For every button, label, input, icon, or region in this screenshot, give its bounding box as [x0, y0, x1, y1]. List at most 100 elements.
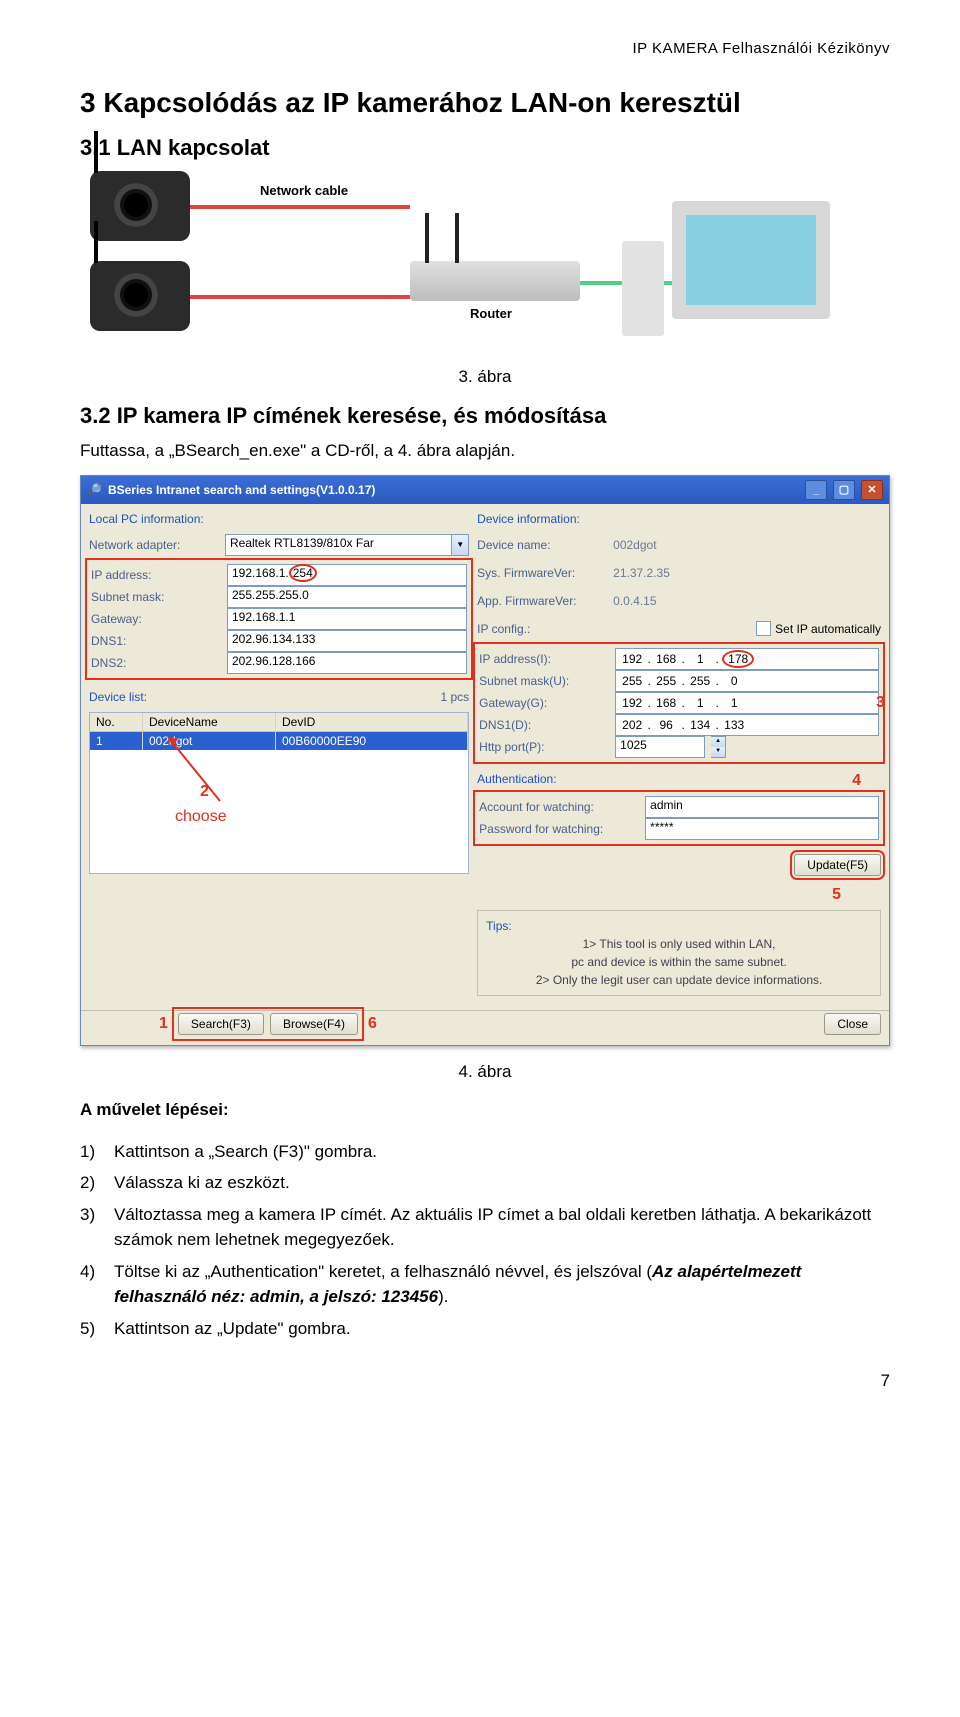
annotation-arrow-icon: [160, 731, 240, 811]
tip-2: 2> Only the legit user can update device…: [486, 971, 872, 989]
httpport-input[interactable]: 1025: [615, 736, 705, 758]
cell-id: 00B60000EE90: [276, 732, 468, 750]
step-1: 1)Kattintson a „Search (F3)" gombra.: [80, 1139, 890, 1165]
subnet-input[interactable]: 255. 255. 255. 0: [615, 670, 879, 692]
device-list-label: Device list:: [89, 690, 147, 704]
minimize-button[interactable]: _: [805, 480, 827, 500]
subsection-3-1: 3.1 LAN kapcsolat: [80, 135, 890, 161]
step-3: 3)Változtassa meg a kamera IP címét. Az …: [80, 1202, 890, 1253]
dns1-input[interactable]: 202. 96. 134. 133: [615, 714, 879, 736]
local-gateway-label: Gateway:: [91, 612, 221, 626]
running-header: IP KAMERA Felhasználói Kézikönyv: [80, 40, 890, 57]
annotation-4: 4: [852, 772, 861, 790]
diagram-router-label: Router: [470, 306, 512, 321]
password-input[interactable]: *****: [645, 818, 879, 840]
local-ip-label: IP address:: [91, 568, 221, 582]
pc-icon: [672, 201, 830, 319]
steps-list: 1)Kattintson a „Search (F3)" gombra. 2)V…: [80, 1139, 890, 1342]
device-count: 1 pcs: [440, 690, 469, 706]
adapter-label: Network adapter:: [89, 538, 219, 552]
local-dns2-label: DNS2:: [91, 656, 221, 670]
network-cable: [190, 295, 410, 299]
steps-heading: A művelet lépései:: [80, 1098, 890, 1122]
subnet-label: Subnet mask(U):: [479, 674, 609, 688]
local-mask-label: Subnet mask:: [91, 590, 221, 604]
local-dns2-field: 202.96.128.166: [227, 652, 467, 674]
tip-1b: pc and device is within the same subnet.: [486, 953, 872, 971]
sysfw-value: 21.37.2.35: [613, 566, 881, 580]
app-icon: 🔎: [87, 483, 102, 497]
subsection-3-2: 3.2 IP kamera IP címének keresése, és mó…: [80, 403, 890, 429]
ip-oct: 255: [688, 674, 712, 688]
camera-icon: [90, 171, 190, 241]
device-row-selected[interactable]: 1 002dgot 00B60000EE90: [90, 732, 468, 750]
account-label: Account for watching:: [479, 800, 639, 814]
devname-label: Device name:: [477, 538, 607, 552]
tip-1: 1> This tool is only used within LAN,: [486, 935, 872, 953]
local-ip-field: 192.168.1.254: [227, 564, 467, 586]
devname-value: 002dgot: [613, 538, 881, 552]
appfw-label: App. FirmwareVer:: [477, 594, 607, 608]
ip-oct: 134: [688, 718, 712, 732]
titlebar: 🔎 BSeries Intranet search and settings(V…: [81, 476, 889, 504]
device-info-label: Device information:: [477, 512, 881, 526]
ip-oct: 133: [722, 718, 746, 732]
ipaddr-input[interactable]: 192. 168. 1. 178: [615, 648, 879, 670]
httpport-label: Http port(P):: [479, 740, 609, 754]
ip-oct: 255: [620, 674, 644, 688]
col-devicename: DeviceName: [143, 713, 276, 731]
ip-oct: 255: [654, 674, 678, 688]
set-ip-auto-checkbox[interactable]: [756, 621, 771, 636]
local-dns1-field: 202.96.134.133: [227, 630, 467, 652]
update-button[interactable]: Update(F5): [794, 854, 881, 876]
network-cable: [190, 205, 410, 209]
search-button[interactable]: Search(F3): [178, 1013, 264, 1035]
password-label: Password for watching:: [479, 822, 639, 836]
ipaddr-label: IP address(I):: [479, 652, 609, 666]
ip-oct: 1: [688, 696, 712, 710]
account-input[interactable]: admin: [645, 796, 879, 818]
bsearch-window: 🔎 BSeries Intranet search and settings(V…: [80, 475, 890, 1046]
close-window-button[interactable]: ✕: [861, 480, 883, 500]
dns1-label: DNS1(D):: [479, 718, 609, 732]
col-no: No.: [90, 713, 143, 731]
page-number: 7: [80, 1371, 890, 1391]
gateway-label: Gateway(G):: [479, 696, 609, 710]
ip-oct: 1: [688, 652, 712, 666]
local-pc-group-label: Local PC information:: [89, 512, 469, 526]
window-title: BSeries Intranet search and settings(V1.…: [108, 483, 375, 497]
local-ip-last-octet: 254: [289, 564, 317, 582]
col-devid: DevID: [276, 713, 468, 731]
ip-oct: 0: [722, 674, 746, 688]
dropdown-arrow-icon[interactable]: ▼: [452, 534, 469, 556]
set-ip-auto-label: Set IP automatically: [775, 622, 881, 636]
local-mask-field: 255.255.255.0: [227, 586, 467, 608]
maximize-button[interactable]: ▢: [833, 480, 855, 500]
annotation-1: 1: [159, 1015, 168, 1033]
browse-button[interactable]: Browse(F4): [270, 1013, 358, 1035]
network-diagram: Network cable Router: [80, 171, 890, 351]
step-5: 5)Kattintson az „Update" gombra.: [80, 1316, 890, 1342]
ip-oct: 192: [620, 696, 644, 710]
run-instruction: Futtassa, a „BSearch_en.exe" a CD-ről, a…: [80, 439, 890, 463]
annotation-6: 6: [368, 1015, 377, 1033]
step-4: 4)Töltse ki az „Authentication" keretet,…: [80, 1259, 890, 1310]
sysfw-label: Sys. FirmwareVer:: [477, 566, 607, 580]
appfw-value: 0.0.4.15: [613, 594, 881, 608]
figure-4-caption: 4. ábra: [80, 1062, 890, 1082]
httpport-spinner[interactable]: ▲▼: [711, 736, 726, 758]
step-2: 2)Válassza ki az eszközt.: [80, 1170, 890, 1196]
device-table[interactable]: No. DeviceName DevID 1 002dgot 00B60000E…: [89, 712, 469, 874]
ip-oct: 192: [620, 652, 644, 666]
section-title: 3 Kapcsolódás az IP kamerához LAN-on ker…: [80, 87, 890, 119]
ipconfig-label: IP config.:: [477, 622, 607, 636]
diagram-cable-label: Network cable: [260, 183, 348, 198]
local-gateway-field: 192.168.1.1: [227, 608, 467, 630]
close-button[interactable]: Close: [824, 1013, 881, 1035]
ip-oct: 96: [654, 718, 678, 732]
tips-box: Tips: 1> This tool is only used within L…: [477, 910, 881, 996]
figure-3-caption: 3. ábra: [80, 367, 890, 387]
ip-oct: 168: [654, 696, 678, 710]
gateway-input[interactable]: 192. 168. 1. 1: [615, 692, 879, 714]
adapter-select[interactable]: Realtek RTL8139/810x Far: [225, 534, 452, 556]
